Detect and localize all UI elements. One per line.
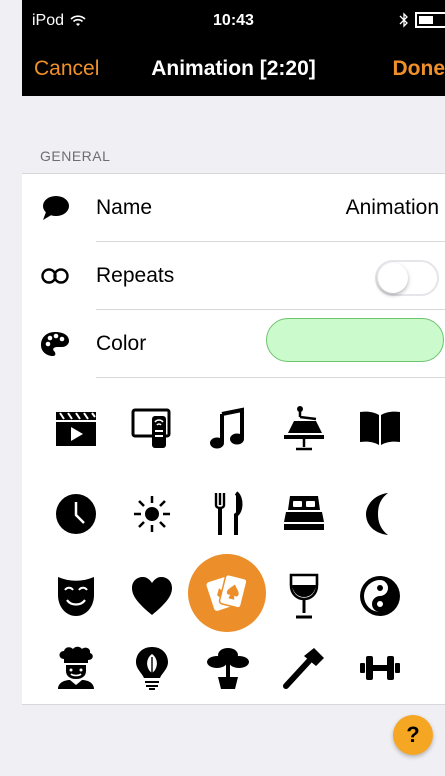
- color-swatch[interactable]: [266, 318, 444, 362]
- fork-knife-icon: [214, 491, 243, 535]
- infinity-icon: [41, 268, 69, 284]
- icon-cell-heart[interactable]: [120, 564, 184, 628]
- status-right: [399, 12, 445, 28]
- icon-cell-playing-cards[interactable]: [188, 554, 266, 632]
- crescent-moon-icon: [366, 493, 388, 535]
- wine-glass-icon: [289, 573, 319, 619]
- bonsai-tree-icon: [207, 648, 249, 689]
- tv-remote-icon: [131, 408, 171, 448]
- icon-cell-crescent-moon[interactable]: [348, 482, 412, 546]
- desk-lamp-icon: [284, 406, 324, 451]
- palette-icon: [41, 332, 69, 356]
- help-button[interactable]: ?: [393, 715, 433, 755]
- icon-cell-open-book[interactable]: [348, 396, 412, 460]
- section-header: GENERAL: [40, 148, 111, 164]
- icon-cell-dumbbell[interactable]: [348, 636, 412, 700]
- icon-cell-bed[interactable]: [272, 482, 336, 546]
- icon-cell-chef[interactable]: [44, 636, 108, 700]
- icon-cell-clock[interactable]: [44, 482, 108, 546]
- bed-icon: [284, 496, 324, 530]
- speech-bubble-icon: [43, 196, 69, 220]
- dumbbell-icon: [360, 656, 400, 680]
- open-book-icon: [360, 411, 400, 445]
- nav-bar: Cancel Animation [2:20] Done: [22, 42, 445, 96]
- lightbulb-leaf-icon: [136, 647, 168, 690]
- icon-cell-desk-lamp[interactable]: [272, 396, 336, 460]
- status-time: 10:43: [213, 12, 254, 29]
- icon-cell-music-note[interactable]: [196, 396, 260, 460]
- toggle-knob: [378, 263, 408, 293]
- clock-icon: [56, 494, 96, 534]
- page-title: Animation [2:20]: [151, 57, 316, 80]
- icon-cell-wine-glass[interactable]: [272, 564, 336, 628]
- color-label: Color: [96, 332, 147, 355]
- hammer-icon: [283, 648, 324, 689]
- status-bar: iPod 10:43: [22, 0, 445, 42]
- icon-cell-tv-remote[interactable]: [120, 396, 184, 460]
- icon-cell-theater-mask[interactable]: [44, 564, 108, 628]
- row-divider: [96, 377, 445, 378]
- repeats-row: Repeats: [22, 242, 445, 309]
- icon-cell-clapperboard[interactable]: [44, 396, 108, 460]
- repeats-label: Repeats: [96, 264, 175, 287]
- done-button[interactable]: Done: [393, 57, 445, 81]
- sun-icon: [134, 496, 170, 532]
- name-label: Name: [96, 196, 153, 219]
- name-row[interactable]: Name Animation: [22, 174, 445, 241]
- icon-cell-bonsai-tree[interactable]: [196, 636, 260, 700]
- icon-cell-lightbulb-leaf[interactable]: [120, 636, 184, 700]
- repeats-toggle[interactable]: [375, 260, 439, 296]
- clapperboard-icon: [56, 412, 96, 446]
- music-note-icon: [210, 407, 244, 449]
- bluetooth-icon: [399, 12, 408, 28]
- icon-cell-fork-knife[interactable]: [196, 482, 260, 546]
- icon-cell-yin-yang[interactable]: [348, 564, 412, 628]
- app-screen: iPod 10:43 Cancel Animation [2:20] Done …: [22, 0, 445, 776]
- icon-cell-sun[interactable]: [120, 482, 184, 546]
- yin-yang-icon: [360, 576, 400, 616]
- settings-group: Name Animation Repeats Color: [22, 173, 445, 705]
- heart-icon: [132, 577, 172, 615]
- playing-cards-icon: [206, 573, 248, 611]
- chef-icon: [58, 646, 94, 689]
- theater-mask-icon: [58, 577, 94, 616]
- battery-icon: [415, 12, 445, 28]
- icon-cell-hammer[interactable]: [272, 636, 336, 700]
- name-value[interactable]: Animation: [346, 196, 439, 220]
